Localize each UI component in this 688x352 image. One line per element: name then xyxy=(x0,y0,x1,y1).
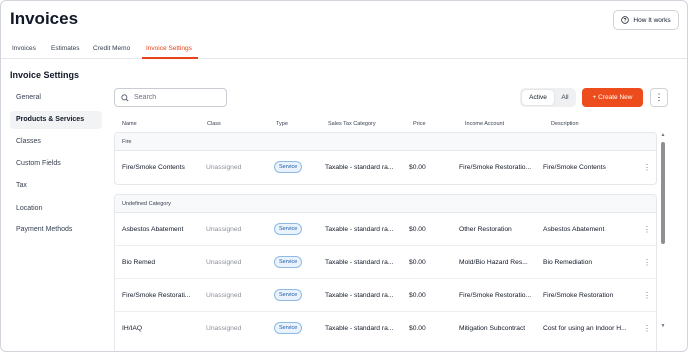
cell-tax: Taxable - standard ra... xyxy=(325,292,394,299)
cell-income-account: Fire/Smoke Restoratio... xyxy=(459,164,532,171)
cell-price: $0.00 xyxy=(409,325,426,332)
category-group-fire: Fire Fire/Smoke Contents Unassigned Serv… xyxy=(114,132,657,185)
cell-tax: Taxable - standard ra... xyxy=(325,226,394,233)
category-group-undefined: Undefined Category Asbestos Abatement Un… xyxy=(114,194,657,351)
sidebar-item-classes[interactable]: Classes xyxy=(10,133,102,151)
sidebar-item-custom-fields[interactable]: Custom Fields xyxy=(10,155,102,173)
scroll-down-arrow-icon[interactable]: ▼ xyxy=(660,323,666,329)
cell-income-account: Mold/Bio Hazard Res... xyxy=(459,259,528,266)
cell-description: Cost for using an Indoor H... xyxy=(543,325,627,332)
search-box xyxy=(114,88,227,107)
active-tab-indicator xyxy=(142,57,198,59)
cell-name: Asbestos Abatement xyxy=(122,226,184,233)
cell-tax: Taxable - standard ra... xyxy=(325,325,394,332)
cell-description: Bio Remediation xyxy=(543,259,593,266)
tab-estimates[interactable]: Estimates xyxy=(51,45,80,52)
cell-income-account: Fire/Smoke Restoratio... xyxy=(459,292,532,299)
cell-name: Fire/Smoke Contents xyxy=(122,164,185,171)
row-kebab-icon[interactable]: ⋮ xyxy=(643,246,651,279)
sidebar-item-tax[interactable]: Tax xyxy=(10,177,102,195)
page-title: Invoices xyxy=(10,9,79,28)
kebab-icon: ⋮ xyxy=(654,92,664,102)
cell-price: $0.00 xyxy=(409,292,426,299)
more-options-button[interactable]: ⋮ xyxy=(650,88,668,107)
tab-invoice-settings[interactable]: Invoice Settings xyxy=(146,45,192,52)
column-header-price: Price xyxy=(413,121,426,127)
cell-income-account: Mitigation Subcontract xyxy=(459,325,526,332)
cell-class: Unassigned xyxy=(206,226,242,233)
sidebar-item-location[interactable]: Location xyxy=(10,200,102,218)
sidebar-item-payment-methods[interactable]: Payment Methods xyxy=(10,221,102,239)
cell-name: Fire/Smoke Restorati... xyxy=(122,292,191,299)
cell-income-account: Other Restoration xyxy=(459,226,512,233)
sidebar-item-general[interactable]: General xyxy=(10,89,102,107)
scrollbar-thumb[interactable] xyxy=(661,142,665,244)
cell-class: Unassigned xyxy=(206,325,242,332)
cell-description: Fire/Smoke Restoration xyxy=(543,292,614,299)
type-badge: Service xyxy=(274,322,303,334)
cell-description: Fire/Smoke Contents xyxy=(543,164,606,171)
cell-name: IH/IAQ xyxy=(122,325,143,332)
status-toggle: Active All xyxy=(520,88,576,107)
cell-class: Unassigned xyxy=(206,259,242,266)
table-row[interactable]: Asbestos Abatement Unassigned Service Ta… xyxy=(115,213,656,246)
app-window: Invoices How It works Invoices Estimates… xyxy=(0,0,688,352)
cell-tax: Taxable - standard ra... xyxy=(325,164,394,171)
category-header: Fire xyxy=(115,133,656,151)
help-circle-icon xyxy=(621,16,630,24)
type-badge: Service xyxy=(274,161,303,173)
tab-bar: Invoices Estimates Credit Memo Invoice S… xyxy=(1,41,687,59)
table-row[interactable]: IH/IAQ Unassigned Service Taxable - stan… xyxy=(115,312,656,345)
row-kebab-icon[interactable]: ⋮ xyxy=(643,213,651,246)
search-icon xyxy=(121,93,129,101)
section-title: Invoice Settings xyxy=(10,70,80,80)
table-row[interactable]: Bio Remed Unassigned Service Taxable - s… xyxy=(115,246,656,279)
cell-price: $0.00 xyxy=(409,259,426,266)
category-header: Undefined Category xyxy=(115,195,656,213)
column-header-description: Description xyxy=(551,121,579,127)
column-header-name: Name xyxy=(122,121,137,127)
column-header-income-account: Income Account xyxy=(465,121,505,127)
type-badge: Service xyxy=(274,289,303,301)
cell-tax: Taxable - standard ra... xyxy=(325,259,394,266)
cell-price: $0.00 xyxy=(409,226,426,233)
type-badge: Service xyxy=(274,256,303,268)
toggle-active[interactable]: Active xyxy=(522,90,554,105)
column-header-type: Type xyxy=(276,121,288,127)
create-new-button[interactable]: + Create New xyxy=(582,88,643,107)
row-kebab-icon[interactable]: ⋮ xyxy=(643,312,651,345)
how-it-works-button[interactable]: How It works xyxy=(613,10,679,30)
cell-description: Asbestos Abatement xyxy=(543,226,605,233)
how-it-works-label: How It works xyxy=(633,16,671,24)
column-header-sales-tax: Sales Tax Category xyxy=(328,121,376,127)
tab-credit-memo[interactable]: Credit Memo xyxy=(93,45,130,52)
scroll-up-arrow-icon[interactable]: ▲ xyxy=(660,132,666,138)
row-kebab-icon[interactable]: ⋮ xyxy=(643,151,651,184)
row-kebab-icon[interactable]: ⋮ xyxy=(643,279,651,312)
search-input[interactable] xyxy=(134,94,224,101)
table-row[interactable]: Fire/Smoke Contents Unassigned Service T… xyxy=(115,151,656,184)
tab-invoices[interactable]: Invoices xyxy=(12,45,36,52)
cell-class: Unassigned xyxy=(206,292,242,299)
column-header-class: Class xyxy=(207,121,221,127)
sidebar-item-products-services[interactable]: Products & Services xyxy=(10,111,102,129)
table-row[interactable]: Fire/Smoke Restorati... Unassigned Servi… xyxy=(115,279,656,312)
cell-price: $0.00 xyxy=(409,164,426,171)
cell-name: Bio Remed xyxy=(122,259,156,266)
type-badge: Service xyxy=(274,223,303,235)
toggle-all[interactable]: All xyxy=(556,90,574,105)
cell-class: Unassigned xyxy=(206,164,242,171)
